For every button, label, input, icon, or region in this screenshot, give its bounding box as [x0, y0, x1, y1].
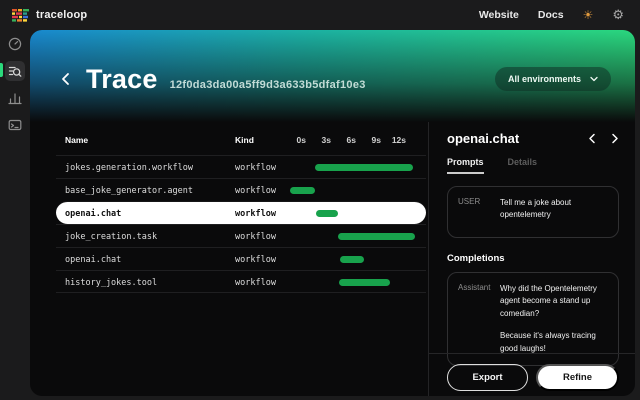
completion-text: Why did the Opentelemetry agent become a… [500, 283, 608, 355]
search-traces-icon [8, 64, 22, 78]
span-duration-bar [315, 164, 413, 171]
panel-head: openai.chat [429, 122, 635, 174]
timeline-tick: 9s [356, 135, 381, 145]
span-kind: workflow [235, 255, 276, 265]
environments-dropdown-value: All environments [508, 74, 581, 84]
span-detail-panel: openai.chat [429, 122, 635, 396]
timeline-tick: 6s [331, 135, 356, 145]
sidebar-item-console[interactable] [5, 115, 25, 135]
tab-details[interactable]: Details [508, 157, 538, 174]
prompt-card: USER Tell me a joke about opentelemetry [447, 186, 619, 238]
span-row[interactable]: jokes.generation.workflow workflow [56, 155, 426, 178]
span-row[interactable]: openai.chat workflow [56, 247, 426, 270]
main-container: Trace 12f0da3da00a5ff9d3a633b5dfaf10e3 A… [30, 30, 635, 396]
completion-role-label: Assistant [458, 283, 500, 355]
prev-span-button[interactable] [588, 133, 596, 144]
prompt-role-label: USER [458, 197, 500, 227]
topbar-nav: Website Docs ☀ ⚙ [479, 9, 624, 22]
docs-link[interactable]: Docs [538, 9, 564, 21]
timeline-axis: 0s3s6s9s12s [281, 135, 406, 145]
chevron-left-icon [60, 72, 71, 86]
span-nav [588, 133, 619, 144]
trace-header: Trace 12f0da3da00a5ff9d3a633b5dfaf10e3 A… [30, 30, 635, 122]
span-row[interactable]: history_jokes.tool workflow [56, 270, 426, 293]
next-span-button[interactable] [611, 133, 619, 144]
span-kind: workflow [235, 209, 276, 219]
column-header-kind: Kind [235, 135, 254, 145]
gauge-icon [8, 37, 22, 51]
span-name: jokes.generation.workflow [65, 163, 193, 173]
panel-tabs: Prompts Details [447, 157, 619, 174]
span-table: Name Kind 0s3s6s9s12s jokes.generation.w… [30, 122, 428, 396]
sidebar [0, 30, 30, 400]
environments-dropdown[interactable]: All environments [495, 67, 611, 91]
span-row[interactable]: openai.chat workflow [56, 201, 426, 224]
trace-id: 12f0da3da00a5ff9d3a633b5dfaf10e3 [170, 79, 366, 91]
sun-icon[interactable]: ☀ [583, 9, 594, 21]
chevron-down-icon [590, 76, 598, 82]
traceloop-logo-icon [12, 9, 29, 22]
span-row[interactable]: joke_creation.task workflow [56, 224, 426, 247]
span-kind: workflow [235, 278, 276, 288]
completions-heading: Completions [447, 253, 619, 264]
terminal-icon [8, 118, 22, 132]
panel-footer: Export Refine [429, 353, 635, 396]
timeline-tick: 3s [306, 135, 331, 145]
tab-prompts[interactable]: Prompts [447, 157, 484, 174]
sidebar-active-indicator [0, 63, 3, 77]
chevron-left-icon [588, 133, 596, 144]
gear-icon[interactable]: ⚙ [612, 9, 624, 22]
span-kind: workflow [235, 232, 276, 242]
completion-card: Assistant Why did the Opentelemetry agen… [447, 272, 619, 366]
span-table-header: Name Kind 0s3s6s9s12s [30, 122, 428, 155]
refine-button[interactable]: Refine [536, 364, 619, 391]
bar-chart-icon [8, 91, 22, 105]
span-duration-bar [338, 233, 415, 240]
span-duration-bar [339, 279, 390, 286]
traceloop-logo[interactable]: traceloop [12, 9, 87, 22]
span-name: joke_creation.task [65, 232, 157, 242]
sidebar-item-analytics[interactable] [5, 88, 25, 108]
topbar: traceloop Website Docs ☀ ⚙ [0, 0, 640, 30]
prompt-text: Tell me a joke about opentelemetry [500, 197, 608, 227]
span-name: history_jokes.tool [65, 278, 157, 288]
panel-body: USER Tell me a joke about opentelemetry … [429, 174, 635, 353]
span-kind: workflow [235, 186, 276, 196]
content-split: Name Kind 0s3s6s9s12s jokes.generation.w… [30, 122, 635, 396]
span-rows: jokes.generation.workflow workflow base_… [30, 155, 428, 293]
timeline-tick: 12s [381, 135, 406, 145]
chevron-right-icon [611, 133, 619, 144]
back-button[interactable] [60, 72, 71, 86]
website-link[interactable]: Website [479, 9, 519, 21]
sidebar-item-dashboard[interactable] [5, 34, 25, 54]
span-kind: workflow [235, 163, 276, 173]
brand-name: traceloop [36, 9, 87, 21]
span-duration-bar [290, 187, 315, 194]
span-duration-bar [340, 256, 364, 263]
span-name: base_joke_generator.agent [65, 186, 193, 196]
span-name: openai.chat [65, 209, 121, 219]
timeline-tick: 0s [281, 135, 306, 145]
page-title: Trace [86, 64, 158, 95]
sidebar-item-traces[interactable] [5, 61, 25, 81]
export-button[interactable]: Export [447, 364, 528, 391]
panel-title: openai.chat [447, 131, 519, 146]
span-duration-bar [316, 210, 338, 217]
span-name: openai.chat [65, 255, 121, 265]
column-header-name: Name [65, 135, 88, 145]
span-row[interactable]: base_joke_generator.agent workflow [56, 178, 426, 201]
